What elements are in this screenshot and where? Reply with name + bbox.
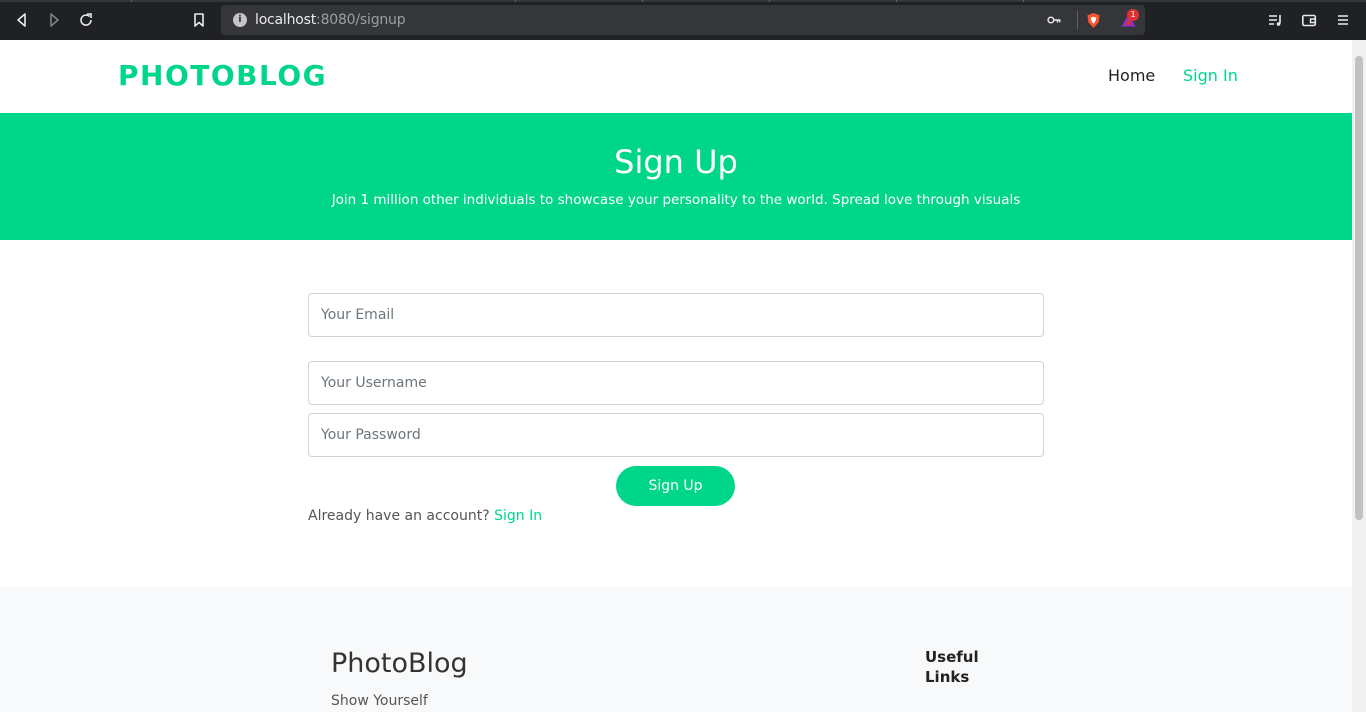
brave-rewards-button[interactable]: 1 bbox=[1117, 9, 1139, 29]
brave-shields-button[interactable] bbox=[1084, 11, 1102, 29]
back-icon bbox=[17, 13, 26, 27]
reload-button[interactable] bbox=[74, 8, 98, 32]
key-icon bbox=[1047, 16, 1061, 24]
footer-brand: PhotoBlog bbox=[331, 648, 468, 679]
password-input[interactable] bbox=[308, 413, 1044, 457]
forward-icon bbox=[50, 13, 59, 27]
back-button[interactable] bbox=[10, 8, 34, 32]
hero-subtitle: Join 1 million other individuals to show… bbox=[331, 192, 1021, 208]
tab-strip bbox=[0, 0, 1366, 2]
page-viewport: PHOTOBLOG Home Sign In Sign Up Join 1 mi… bbox=[0, 40, 1352, 712]
signin-link[interactable]: Sign In bbox=[494, 508, 542, 524]
signup-button[interactable]: Sign Up bbox=[616, 466, 735, 506]
playlist-icon bbox=[1269, 15, 1281, 26]
forward-button[interactable] bbox=[42, 8, 66, 32]
site-logo[interactable]: PHOTOBLOG bbox=[118, 59, 327, 92]
tab-separator bbox=[769, 0, 770, 2]
playlist-button[interactable] bbox=[1263, 8, 1287, 32]
site-footer: PhotoBlog Show Yourself Useful Links bbox=[0, 587, 1352, 712]
omnibox-divider bbox=[1077, 11, 1078, 29]
wallet-icon bbox=[1301, 14, 1317, 27]
reload-icon bbox=[80, 13, 92, 26]
already-account-text: Already have an account? bbox=[308, 508, 490, 524]
scrollbar-thumb[interactable] bbox=[1355, 56, 1363, 520]
tab-separator bbox=[131, 0, 132, 2]
tab-separator bbox=[896, 0, 897, 2]
browser-toolbar: i localhost:8080/signup 1 bbox=[0, 0, 1366, 40]
page-title: Sign Up bbox=[614, 143, 738, 181]
bookmark-button[interactable] bbox=[187, 8, 211, 32]
hero-banner: Sign Up Join 1 million other individuals… bbox=[0, 113, 1352, 240]
footer-tagline: Show Yourself bbox=[331, 693, 428, 709]
tab-separator bbox=[515, 0, 516, 2]
tab-separator bbox=[1023, 0, 1024, 2]
nav-signin-link[interactable]: Sign In bbox=[1183, 66, 1238, 85]
page-scrollbar[interactable] bbox=[1352, 40, 1366, 712]
url-host: localhost bbox=[255, 12, 317, 28]
brave-shield-icon bbox=[1086, 12, 1100, 28]
site-header: PHOTOBLOG Home Sign In bbox=[0, 40, 1352, 113]
rewards-badge: 1 bbox=[1127, 9, 1139, 21]
password-key-button[interactable] bbox=[1045, 11, 1063, 29]
tab-separator bbox=[642, 0, 643, 2]
email-input[interactable] bbox=[308, 293, 1044, 337]
bookmark-icon bbox=[194, 13, 204, 27]
info-icon[interactable]: i bbox=[233, 13, 247, 27]
url-path: :8080/signup bbox=[316, 12, 406, 28]
url-text[interactable]: localhost:8080/signup bbox=[255, 12, 406, 28]
wallet-button[interactable] bbox=[1297, 8, 1321, 32]
signin-hint: Already have an account? Sign In bbox=[308, 508, 542, 524]
address-bar[interactable]: i localhost:8080/signup 1 bbox=[221, 5, 1145, 35]
username-input[interactable] bbox=[308, 361, 1044, 405]
menu-icon bbox=[1338, 15, 1348, 25]
nav-home-link[interactable]: Home bbox=[1108, 66, 1155, 85]
menu-button[interactable] bbox=[1331, 8, 1355, 32]
useful-links-heading: Useful Links bbox=[925, 648, 979, 686]
